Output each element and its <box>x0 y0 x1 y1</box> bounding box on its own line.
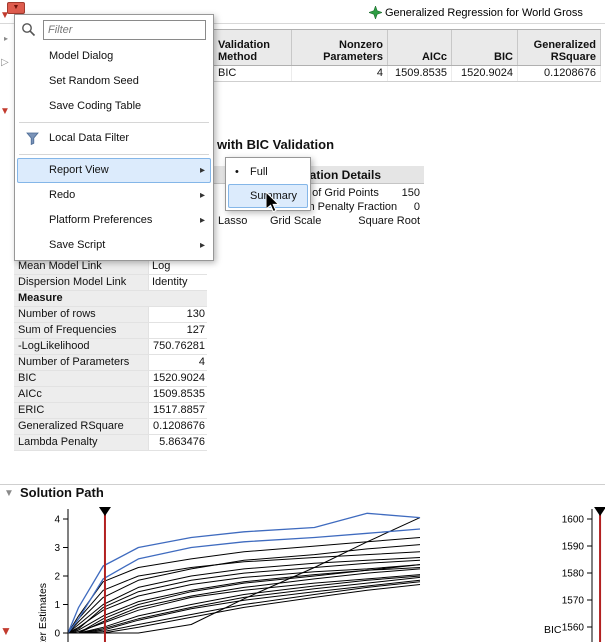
detail-value-grid-points: 150 <box>401 187 420 199</box>
selected-mark-icon: • <box>235 166 239 178</box>
column-header-nonzero-parameters[interactable]: Nonzero Parameters <box>292 30 388 65</box>
svg-text:1570: 1570 <box>562 596 585 607</box>
detail-value-grid-scale: Square Root <box>358 215 420 227</box>
submenu-arrow-icon: ▸ <box>199 190 205 201</box>
table-row: Sum of Frequencies 127 <box>14 323 207 339</box>
svg-text:2: 2 <box>54 572 60 583</box>
mouse-cursor <box>266 192 280 213</box>
column-header-aicc[interactable]: AICc <box>388 30 452 65</box>
svg-text:Parameter Estimates: Parameter Estimates <box>37 583 49 642</box>
table-row: AICc 1509.8535 <box>14 387 207 403</box>
search-icon <box>22 23 36 37</box>
menu-separator <box>15 151 213 158</box>
solution-path-disclosure-icon[interactable]: ▼ <box>4 488 14 499</box>
menu-item-model-dialog[interactable]: Model Dialog <box>17 44 211 69</box>
svg-text:1560: 1560 <box>562 623 585 634</box>
table-row: -LogLikelihood 750.76281 <box>14 339 207 355</box>
model-summary-table: Mean Model Link Log Dispersion Model Lin… <box>14 259 207 451</box>
menu-filter-input[interactable] <box>43 20 206 40</box>
disclosure-triangle-open-2[interactable]: ▼ <box>0 107 10 117</box>
cell-validation-method: BIC <box>214 66 292 81</box>
submenu-item-full[interactable]: • Full <box>228 160 308 184</box>
solution-path-title: Solution Path <box>20 485 104 500</box>
detail-value-min-penalty: 0 <box>413 201 420 213</box>
red-triangle-menu-button[interactable]: ▼ <box>7 2 25 14</box>
table-row: BIC 1520.9024 <box>14 371 207 387</box>
solution-path-charts[interactable]: 0 1 2 3 4 Parameter Estimates 1600 1590 1580 1570… <box>0 500 605 642</box>
svg-text:1590: 1590 <box>562 542 585 553</box>
jmp-report-window: ▼ Generalized Regression for World Gross… <box>0 0 605 642</box>
svg-text:BIC: BIC <box>544 624 562 636</box>
table-row: Dispersion Model Link Identity <box>14 275 207 291</box>
menu-item-platform-preferences[interactable]: Platform Preferences ▸ <box>17 208 211 233</box>
table-row: Number of rows 130 <box>14 307 207 323</box>
red-triangle-menu: Model Dialog Set Random Seed Save Coding… <box>14 14 214 261</box>
table-row: Generalized RSquare 0.1208676 <box>14 419 207 435</box>
table-row: ERIC 1517.8857 <box>14 403 207 419</box>
submenu-arrow-icon: ▸ <box>199 240 205 251</box>
svg-text:0: 0 <box>54 629 60 640</box>
menu-separator <box>15 119 213 126</box>
detail-label-grid-scale: Grid Scale <box>270 215 322 227</box>
measure-header-row: Measure <box>14 291 207 307</box>
svg-text:3: 3 <box>54 543 60 554</box>
fit-statistics-data-row[interactable]: BIC 4 1509.8535 1520.9024 0.1208676 <box>214 66 601 82</box>
cell-aicc: 1509.8535 <box>388 66 452 81</box>
column-header-generalized-rsquare[interactable]: Generalized RSquare <box>518 30 601 65</box>
disclosure-triangle-outline-1[interactable]: ▷ <box>1 58 9 68</box>
funnel-icon <box>26 132 39 145</box>
svg-text:1580: 1580 <box>562 569 585 580</box>
menu-item-save-coding-table[interactable]: Save Coding Table <box>17 94 211 119</box>
lambda-selector-handle <box>98 507 111 516</box>
cell-nonzero-parameters: 4 <box>292 66 388 81</box>
svg-text:4: 4 <box>54 515 60 526</box>
cell-generalized-rsquare: 0.1208676 <box>518 66 601 81</box>
menu-filter-row <box>15 18 213 44</box>
fit-statistics-header-row: Validation Method Nonzero Parameters AIC… <box>214 29 601 66</box>
report-icon <box>369 6 382 19</box>
section-title-bic-validation: with BIC Validation <box>217 137 335 152</box>
cell-bic: 1520.9024 <box>452 66 518 81</box>
menu-item-redo[interactable]: Redo ▸ <box>17 183 211 208</box>
disclosure-triangle-open-3[interactable]: ▼ <box>0 625 12 637</box>
lambda-selector-handle <box>594 507 605 516</box>
submenu-arrow-icon: ▸ <box>199 165 205 176</box>
svg-text:1: 1 <box>54 600 60 611</box>
menu-item-set-random-seed[interactable]: Set Random Seed <box>17 69 211 94</box>
window-title: Generalized Regression for World Gross <box>385 7 583 19</box>
menu-item-report-view[interactable]: Report View ▸ <box>17 158 211 183</box>
table-row: Number of Parameters 4 <box>14 355 207 371</box>
menu-item-local-data-filter[interactable]: Local Data Filter <box>17 126 211 151</box>
table-row: Lambda Penalty 5.863476 <box>14 435 207 451</box>
column-header-bic[interactable]: BIC <box>452 30 518 65</box>
column-header-validation-method[interactable]: Validation Method <box>214 30 292 65</box>
disclosure-triangle-closed-1[interactable]: ▸ <box>4 35 8 43</box>
table-row: Mean Model Link Log <box>14 259 207 275</box>
estimation-method-label: Lasso <box>218 215 248 227</box>
menu-item-save-script[interactable]: Save Script ▸ <box>17 233 211 258</box>
svg-text:1600: 1600 <box>562 515 585 526</box>
submenu-arrow-icon: ▸ <box>199 215 205 226</box>
